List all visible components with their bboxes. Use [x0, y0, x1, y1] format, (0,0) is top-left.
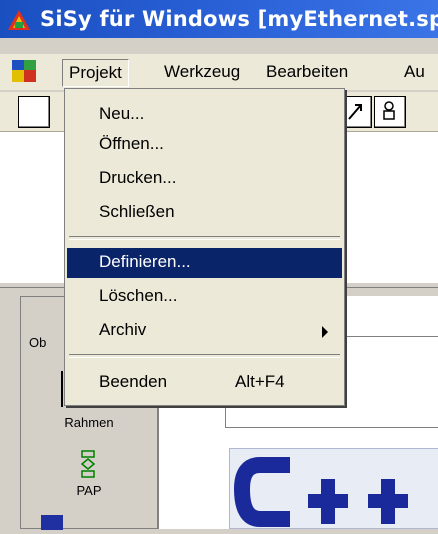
- projekt-dropdown-menu: Neu... Öffnen... Drucken... Schließen De…: [64, 88, 345, 406]
- resize-icon: [348, 104, 362, 120]
- menuitem-loeschen[interactable]: Löschen...: [67, 282, 342, 312]
- menuitem-schliessen[interactable]: Schließen: [67, 198, 342, 228]
- next-tool-icon[interactable]: [41, 515, 63, 530]
- toolbar-button-new[interactable]: [18, 96, 50, 128]
- menu-separator: [69, 236, 340, 240]
- menu-bearbeiten[interactable]: Bearbeiten: [260, 59, 354, 85]
- pap-tool-icon[interactable]: [76, 449, 100, 479]
- menuitem-definieren[interactable]: Definieren...: [67, 248, 342, 278]
- cpp-logo-icon: [233, 457, 408, 527]
- sisy-app-icon: [8, 10, 30, 30]
- menuitem-drucken[interactable]: Drucken...: [67, 164, 342, 194]
- submenu-arrow-icon: [322, 326, 328, 338]
- menu-projekt[interactable]: Projekt: [62, 59, 129, 87]
- project-icon[interactable]: [10, 58, 38, 84]
- objects-label: Ob: [29, 335, 47, 350]
- toolbar-button-user[interactable]: [374, 96, 406, 128]
- menu-ausgabe[interactable]: Au: [398, 59, 431, 85]
- menuitem-oeffnen[interactable]: Öffnen...: [67, 130, 342, 160]
- shortcut-label: Alt+F4: [235, 372, 285, 391]
- menuitem-archiv[interactable]: Archiv: [67, 316, 342, 346]
- menu-separator: [69, 354, 340, 358]
- user-icon: [383, 101, 395, 120]
- menu-werkzeug[interactable]: Werkzeug: [158, 59, 246, 85]
- title-bar[interactable]: SiSy für Windows [myEthernet.spr: [0, 0, 438, 38]
- tool-rahmen-label[interactable]: Rahmen: [21, 415, 157, 430]
- window-title: SiSy für Windows [myEthernet.spr: [40, 7, 438, 31]
- frame-tool-icon[interactable]: [61, 371, 63, 407]
- cpp-logo-area: [229, 448, 438, 529]
- menuitem-neu[interactable]: Neu...: [67, 100, 342, 130]
- menuitem-beenden[interactable]: Beenden Alt+F4: [67, 368, 342, 398]
- menu-bar: Projekt Werkzeug Bearbeiten Au: [0, 54, 438, 90]
- tool-pap-label[interactable]: PAP: [21, 483, 157, 498]
